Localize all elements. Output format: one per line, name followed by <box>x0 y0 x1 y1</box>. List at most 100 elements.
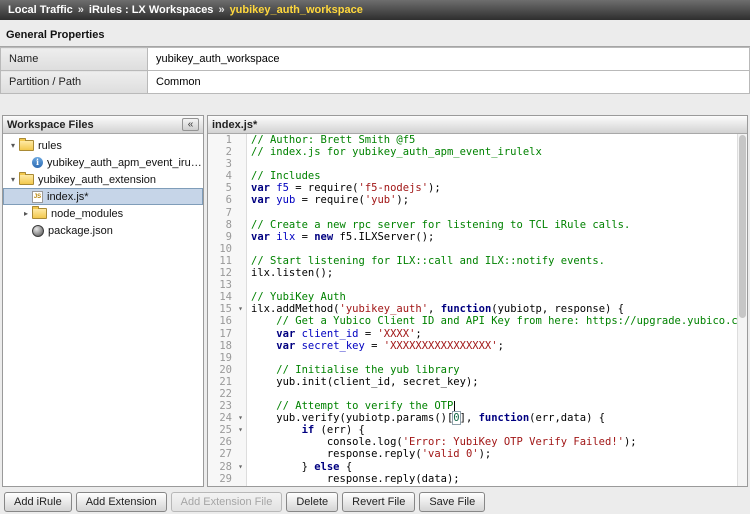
property-label-partition-path: Partition / Path <box>1 71 148 94</box>
code-line-5[interactable]: 5var f5 = require('f5-nodejs'); <box>208 182 747 194</box>
code-text: // Get a Yubico Client ID and API Key fr… <box>247 315 747 327</box>
line-number: 3 <box>208 158 235 170</box>
editor-scrollbar[interactable] <box>737 134 747 486</box>
tree-item-index-js[interactable]: index.js* <box>3 188 203 205</box>
breadcrumb-separator: » <box>78 4 84 16</box>
code-text: var client_id = 'XXXX'; <box>247 328 422 340</box>
code-line-22[interactable]: 22 <box>208 388 747 400</box>
code-text: // Create a new rpc server for listening… <box>247 219 630 231</box>
fold-gutter <box>235 364 247 376</box>
code-editor[interactable]: 1// Author: Brett Smith @f52// index.js … <box>208 134 747 486</box>
code-line-6[interactable]: 6var yub = require('yub'); <box>208 194 747 206</box>
code-line-13[interactable]: 13 <box>208 279 747 291</box>
fold-gutter <box>235 388 247 400</box>
fold-gutter <box>235 436 247 448</box>
code-line-3[interactable]: 3 <box>208 158 747 170</box>
code-line-8[interactable]: 8 // Create a new rpc server for listenin… <box>208 219 747 231</box>
code-line-24[interactable]: 24▾ yub.verify(yubiotp.params()[0], func… <box>208 412 747 424</box>
page: Local Traffic » iRules : LX Workspaces » yub… <box>0 0 750 512</box>
add-extension-file-button: Add Extension File <box>171 492 283 512</box>
tree-twisty-icon[interactable]: ▾ <box>7 175 19 184</box>
code-text: var secret_key = 'XXXXXXXXXXXXXXXX'; <box>247 340 504 352</box>
code-line-27[interactable]: 27 response.reply('valid 0'); <box>208 448 747 460</box>
line-number: 13 <box>208 279 235 291</box>
breadcrumb-irules-lx-workspaces[interactable]: iRules : LX Workspaces <box>89 4 214 16</box>
revert-file-button[interactable]: Revert File <box>342 492 415 512</box>
code-text: // Includes <box>247 170 321 182</box>
line-number: 16 <box>208 315 235 327</box>
code-line-30[interactable]: 30 } <box>208 485 747 486</box>
code-text <box>247 388 251 400</box>
save-file-button[interactable]: Save File <box>419 492 485 512</box>
code-line-21[interactable]: 21 yub.init(client_id, secret_key); <box>208 376 747 388</box>
code-text: // Start listening for ILX::call and ILX… <box>247 255 605 267</box>
tree-item-label: yubikey_auth_extension <box>38 174 156 186</box>
collapse-panel-button[interactable]: « <box>182 118 199 131</box>
property-row: Partition / PathCommon <box>1 71 750 94</box>
fold-arrow-icon[interactable]: ▾ <box>235 461 247 473</box>
code-line-4[interactable]: 4// Includes <box>208 170 747 182</box>
fold-arrow-icon[interactable]: ▾ <box>235 412 247 424</box>
tree-twisty-icon[interactable]: ▸ <box>20 209 32 218</box>
code-line-17[interactable]: 17 var client_id = 'XXXX'; <box>208 328 747 340</box>
line-number: 20 <box>208 364 235 376</box>
code-line-2[interactable]: 2// index.js for yubikey_auth_apm_event_… <box>208 146 747 158</box>
line-number: 14 <box>208 291 235 303</box>
add-irule-button[interactable]: Add iRule <box>4 492 72 512</box>
workspace-files-title: Workspace Files <box>7 119 94 131</box>
breadcrumb: Local Traffic»iRules : LX Workspaces»yub… <box>0 0 750 20</box>
code-line-29[interactable]: 29 response.reply(data); <box>208 473 747 485</box>
tree-item-label: package.json <box>48 225 113 237</box>
tree-item-node-modules[interactable]: ▸node_modules <box>3 205 203 222</box>
code-line-7[interactable]: 7 <box>208 207 747 219</box>
line-number: 10 <box>208 243 235 255</box>
code-line-15[interactable]: 15▾ilx.addMethod('yubikey_auth', functio… <box>208 303 747 315</box>
scrollbar-thumb[interactable] <box>739 135 746 318</box>
delete-button[interactable]: Delete <box>286 492 338 512</box>
line-number: 15 <box>208 303 235 315</box>
code-line-28[interactable]: 28▾ } else { <box>208 461 747 473</box>
breadcrumb-local-traffic[interactable]: Local Traffic <box>8 4 73 16</box>
fold-gutter <box>235 219 247 231</box>
fold-gutter <box>235 146 247 158</box>
fold-gutter <box>235 194 247 206</box>
code-line-20[interactable]: 20 // Initialise the yub library <box>208 364 747 376</box>
code-text: if (err) { <box>247 424 365 436</box>
line-number: 11 <box>208 255 235 267</box>
code-line-19[interactable]: 19 <box>208 352 747 364</box>
line-number: 8 <box>208 219 235 231</box>
add-extension-button[interactable]: Add Extension <box>76 492 167 512</box>
property-value-name: yubikey_auth_workspace <box>148 48 750 71</box>
tree-item-yubikey-auth-extension[interactable]: ▾ yubikey_auth_extension <box>3 171 203 188</box>
code-line-10[interactable]: 10 <box>208 243 747 255</box>
tree-item-package-json[interactable]: package.json <box>3 222 203 239</box>
code-line-12[interactable]: 12ilx.listen(); <box>208 267 747 279</box>
breadcrumb-separator: » <box>218 4 224 16</box>
code-line-11[interactable]: 11 // Start listening for ILX::call and I… <box>208 255 747 267</box>
code-line-1[interactable]: 1// Author: Brett Smith @f5 <box>208 134 747 146</box>
tree-item-yubikey-auth-apm-event-irulelx[interactable]: yubikey_auth_apm_event_irulelx <box>3 154 203 171</box>
property-row: Nameyubikey_auth_workspace <box>1 48 750 71</box>
fold-arrow-icon[interactable]: ▾ <box>235 424 247 436</box>
code-text: var f5 = require('f5-nodejs'); <box>247 182 441 194</box>
code-line-25[interactable]: 25▾ if (err) { <box>208 424 747 436</box>
code-line-18[interactable]: 18 var secret_key = 'XXXXXXXXXXXXXXXX'; <box>208 340 747 352</box>
fold-gutter <box>235 207 247 219</box>
code-line-23[interactable]: 23 // Attempt to verify the OTP <box>208 400 747 412</box>
code-line-9[interactable]: 9var ilx = new f5.ILXServer(); <box>208 231 747 243</box>
code-line-26[interactable]: 26 console.log('Error: YubiKey OTP Verif… <box>208 436 747 448</box>
tree-item-rules[interactable]: ▾rules <box>3 137 203 154</box>
fold-gutter <box>235 243 247 255</box>
code-line-14[interactable]: 14 // YubiKey Auth <box>208 291 747 303</box>
text-cursor <box>454 401 455 412</box>
line-number: 9 <box>208 231 235 243</box>
fold-gutter <box>235 267 247 279</box>
tree-twisty-icon[interactable]: ▾ <box>7 141 19 150</box>
code-line-16[interactable]: 16 // Get a Yubico Client ID and API Key… <box>208 315 747 327</box>
fold-gutter <box>235 328 247 340</box>
code-text: // YubiKey Auth <box>247 291 346 303</box>
folder-icon <box>19 174 34 185</box>
main-area: Workspace Files « ▾rulesyubikey_auth_apm… <box>2 115 748 487</box>
fold-arrow-icon[interactable]: ▾ <box>235 303 247 315</box>
code-text <box>247 158 251 170</box>
